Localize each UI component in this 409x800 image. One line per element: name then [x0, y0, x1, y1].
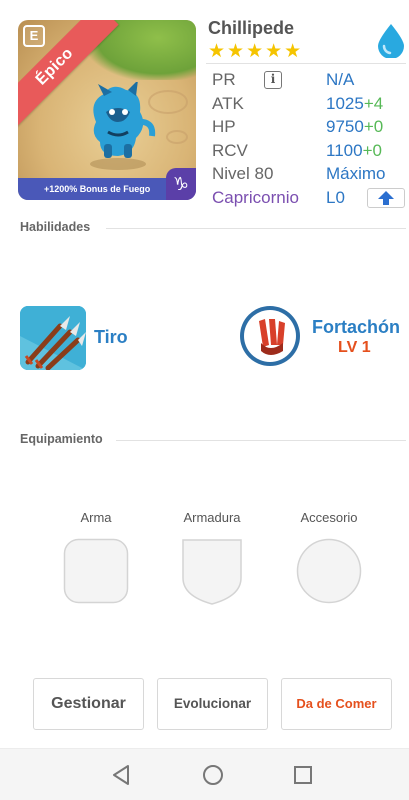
stat-row-rcv: RCV 1100+0 — [212, 139, 409, 163]
stat-label: RCV — [212, 140, 248, 160]
star-rating: ★★★★★ — [208, 41, 304, 62]
stat-value-text: L0 — [326, 187, 345, 207]
water-drop-icon — [378, 24, 404, 58]
stat-row-pr: PR i N/A — [212, 68, 409, 92]
portrait-crack — [166, 130, 188, 144]
rarity-badge: E — [23, 25, 45, 47]
zodiac-sign-icon: ♑ — [166, 168, 196, 200]
stat-value: N/A — [326, 68, 354, 91]
info-icon[interactable]: i — [264, 71, 282, 89]
abilities-section-title: Habilidades — [20, 220, 91, 234]
stat-row-hp: HP 9750+0 — [212, 115, 409, 139]
monster-detail-screen: Épico E +1200% Bonus de Fuego ♑ Chillipe… — [0, 0, 409, 800]
weapon-slot[interactable] — [63, 538, 129, 604]
equipment-section-line — [116, 440, 406, 441]
stat-label: Capricornio — [212, 187, 299, 207]
stat-bonus: +0 — [363, 117, 384, 136]
monster-portrait[interactable]: Épico E +1200% Bonus de Fuego ♑ — [18, 20, 196, 200]
stat-value: 1025+4 — [326, 92, 383, 115]
stat-value-text: Máximo — [326, 164, 386, 183]
equipment-section-title: Equipamiento — [20, 432, 103, 446]
stat-label: Nivel 80 — [212, 164, 274, 183]
stat-label: HP — [212, 117, 236, 136]
skill-fortachon-name: Fortachón — [312, 317, 400, 337]
stat-bonus: +4 — [363, 93, 384, 113]
stat-value: 9750+0 — [326, 115, 383, 138]
stat-value-text: N/A — [326, 70, 355, 89]
stat-value: Máximo — [326, 162, 386, 185]
stat-row-level: Nivel 80 Máximo — [212, 162, 409, 186]
arrows-icon — [20, 306, 86, 370]
evolve-button[interactable]: Evolucionar — [157, 678, 268, 730]
skill-fortachon-icon[interactable] — [239, 305, 301, 367]
stat-value: L0 — [326, 186, 345, 209]
stat-value: 1100+0 — [326, 139, 382, 162]
stat-bonus: +0 — [362, 140, 382, 160]
home-circle-icon[interactable] — [199, 761, 227, 789]
accessory-slot[interactable] — [296, 538, 362, 604]
name-divider — [206, 63, 406, 64]
stat-value-text: 9750 — [326, 117, 364, 136]
monster-sprite — [90, 82, 156, 170]
skill-tiro-name: Tiro — [94, 327, 128, 347]
stat-value-text: 1100 — [326, 140, 363, 160]
monster-name: Chillipede — [208, 18, 295, 38]
armor-slot[interactable] — [181, 538, 243, 606]
weapon-slot-label: Arma — [80, 510, 112, 525]
arrow-up-icon — [378, 190, 394, 205]
stat-label: PR — [212, 70, 236, 89]
skill-fortachon-level: LV 1 — [338, 339, 371, 356]
stat-row-sign: Capricornio L0 — [212, 186, 409, 210]
system-nav-bar — [0, 748, 409, 800]
stat-value-text: 1025 — [326, 93, 364, 113]
accessory-slot-label: Accesorio — [300, 510, 358, 525]
stats-table: PR i N/A ATK 1025+4 HP 9750+0 RCV 1100+0… — [212, 68, 409, 209]
back-triangle-icon[interactable] — [108, 761, 136, 789]
armor-slot-label: Armadura — [183, 510, 241, 525]
stat-label: ATK — [212, 93, 244, 113]
manage-button[interactable]: Gestionar — [33, 678, 144, 730]
skill-tiro-icon[interactable] — [20, 306, 86, 370]
stat-row-atk: ATK 1025+4 — [212, 92, 409, 116]
upgrade-sign-button[interactable] — [367, 187, 405, 208]
recents-square-icon[interactable] — [289, 761, 317, 789]
abilities-section-line — [106, 228, 406, 229]
feed-button[interactable]: Da de Comer — [281, 678, 392, 730]
claw-icon — [240, 306, 300, 366]
